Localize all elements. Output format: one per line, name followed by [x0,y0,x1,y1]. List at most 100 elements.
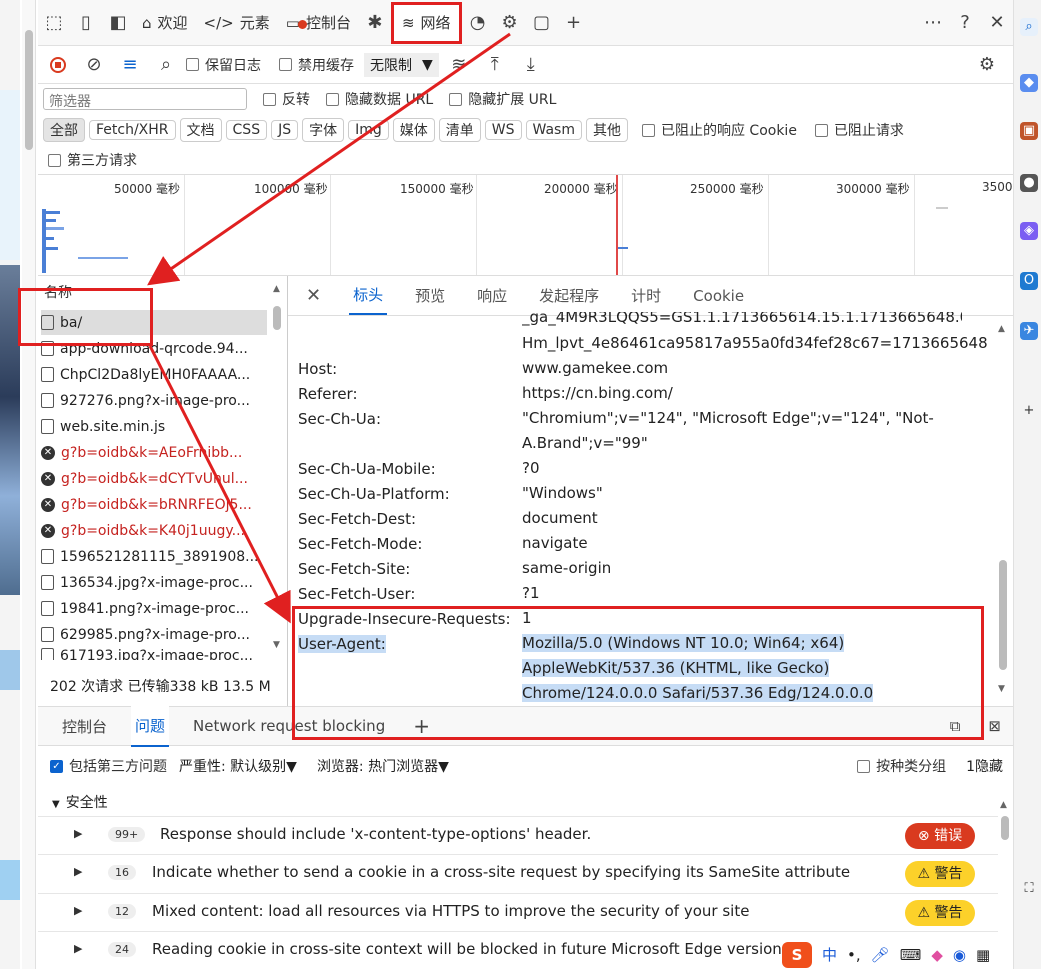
ime-menu-icon[interactable]: ▦ [976,946,990,964]
tab-elements[interactable]: </> 元素 [196,3,278,43]
type-filter-img[interactable]: Img [348,120,389,140]
network-timeline-overview[interactable]: 50000 毫秒 100000 毫秒 150000 毫秒 200000 毫秒 2… [38,174,1013,276]
list-item[interactable]: ✕ g?b=oidb&k=K40j1uugy... [41,518,267,543]
browser-select[interactable]: 浏览器: 热门浏览器▼ [317,756,449,776]
list-item[interactable]: 136534.jpg?x-image-proc... [41,570,267,595]
memory-icon[interactable]: ⚙ [494,7,526,39]
hidden-issues-count[interactable]: 1隐藏 [966,756,1003,776]
header-name: Sec-Ch-Ua: [298,410,382,428]
request-list-scrollbar[interactable]: ▲ ▼ [270,284,284,654]
list-item[interactable]: ✕ g?b=oidb&k=AEoFrnibb... [41,440,267,465]
issue-row[interactable]: ▶ 99+ Response should include 'x-content… [38,816,998,854]
preserve-log-checkbox[interactable]: 保留日志 [186,55,261,75]
type-filter-fetch-xhr[interactable]: Fetch/XHR [89,120,176,140]
hide-extension-url-checkbox[interactable]: 隐藏扩展 URL [449,89,556,109]
type-filter-other[interactable]: 其他 [585,118,628,142]
microphone-icon[interactable]: 🎤︎ [871,946,890,964]
user-icon[interactable]: ● [1020,174,1038,192]
close-drawer-icon[interactable]: ⊠ [984,708,1005,744]
list-item[interactable]: 927276.png?x-image-pro... [41,388,267,413]
type-filter-js[interactable]: JS [271,120,299,140]
blocked-response-cookie-checkbox[interactable]: 已阻止的响应 Cookie [641,120,797,140]
application-icon[interactable]: ▢ [526,7,558,39]
inspect-icon[interactable]: ⬚ [38,7,70,39]
close-icon[interactable]: ✕ [981,7,1013,39]
third-party-requests-checkbox[interactable]: 第三方请求 [48,148,137,172]
issue-category[interactable]: ▼ 安全性 [52,792,108,812]
skin-icon[interactable]: ◆ [931,946,943,964]
type-filter-ws[interactable]: WS [484,120,522,140]
close-detail-icon[interactable]: ✕ [302,277,325,314]
issue-row[interactable]: ▶ 16 Indicate whether to send a cookie i… [38,854,998,892]
type-filter-manifest[interactable]: 清单 [438,118,481,142]
search-icon[interactable]: ⌕ [150,49,182,81]
copilot-icon[interactable]: ◆ [1020,74,1038,92]
type-filter-wasm[interactable]: Wasm [525,120,582,140]
performance-icon[interactable]: ◔ [462,7,494,39]
ime-punctuation-toggle[interactable]: •, [847,946,861,964]
invert-checkbox[interactable]: 反转 [263,89,310,109]
tab-network[interactable]: ≋ 网络 [390,1,462,44]
tab-timing[interactable]: 计时 [627,277,665,314]
more-icon[interactable]: ⋯ [917,7,949,39]
filter-input[interactable]: 筛选器 [43,88,247,110]
type-filter-css[interactable]: CSS [225,120,268,140]
include-third-party-checkbox[interactable]: ✓ 包括第三方问题 [50,756,167,776]
type-filter-doc[interactable]: 文档 [179,118,222,142]
add-tab-icon[interactable]: + [558,7,590,39]
games-icon[interactable]: ✈ [1020,322,1038,340]
list-item[interactable]: ✕ g?b=oidb&k=bRNRFEOj5... [41,492,267,517]
hide-data-url-checkbox[interactable]: 隐藏数据 URL [326,89,433,109]
type-filter-media[interactable]: 媒体 [392,118,435,142]
network-conditions-icon[interactable]: ≋ [443,49,475,81]
clear-icon[interactable]: ⊘ [78,49,110,81]
games-icon[interactable]: ◉ [953,946,966,964]
tab-cookies[interactable]: Cookie [689,279,748,313]
list-item[interactable]: 19841.png?x-image-proc... [41,596,267,621]
filter-icon[interactable]: ≡ [114,49,146,81]
group-by-kind-checkbox[interactable]: 按种类分组 [857,756,946,776]
tab-drawer-issues[interactable]: 问题 [131,705,170,747]
bug-icon[interactable]: ✱ [359,7,391,39]
list-item[interactable]: 617193.jpg?x-image-proc... [41,648,267,660]
list-item[interactable]: web.site.min.js [41,414,267,439]
tab-headers[interactable]: 标头 [349,276,388,315]
shopping-icon[interactable]: ▣ [1020,122,1038,140]
export-har-icon[interactable]: ⤓ [515,49,547,81]
settings-gear-icon[interactable]: ⚙ [971,49,1003,81]
tab-drawer-console[interactable]: 控制台 [58,707,111,746]
screenshot-icon[interactable]: ⛶ [1020,880,1038,898]
severity-select[interactable]: 严重性: 默认级别▼ [179,756,297,776]
help-icon[interactable]: ? [949,7,981,39]
record-icon[interactable] [42,49,74,81]
ime-language-toggle[interactable]: 中 [822,944,837,965]
tab-welcome[interactable]: ⌂ 欢迎 [134,3,196,43]
import-har-icon[interactable]: ⤒ [479,49,511,81]
page-scrollbar[interactable] [22,0,36,969]
outlook-icon[interactable]: O [1020,272,1038,290]
issue-row[interactable]: ▶ 12 Mixed content: load all resources v… [38,893,998,931]
keyboard-icon[interactable]: ⌨ [900,946,922,964]
throttle-select[interactable]: 无限制 ▼ [364,52,439,77]
type-filter-font[interactable]: 字体 [302,118,345,142]
sogou-logo-icon[interactable]: S [782,941,812,968]
tab-preview[interactable]: 预览 [411,277,449,314]
add-sidebar-icon[interactable]: + [1020,402,1038,420]
dock-icon[interactable]: ◧ [102,7,134,39]
search-icon[interactable]: ⌕ [1020,18,1038,36]
tab-initiator[interactable]: 发起程序 [535,277,603,314]
tools-icon[interactable]: ◈ [1020,222,1038,240]
device-emulation-icon[interactable]: ▯ [70,7,102,39]
blocked-requests-checkbox[interactable]: 已阻止请求 [814,120,904,140]
tab-console[interactable]: ▭ 控制台 [278,3,359,43]
list-item[interactable]: 1596521281115_3891908... [41,544,267,569]
issues-toolbar: ✓ 包括第三方问题 严重性: 默认级别▼ 浏览器: 热门浏览器▼ 按种类分组 1隐… [38,750,1013,782]
type-filter-all[interactable]: 全部 [43,118,85,142]
detail-scrollbar[interactable]: ▲ ▼ [998,324,1010,694]
tab-response[interactable]: 响应 [473,277,511,314]
issues-scrollbar[interactable]: ▲ [1000,800,1010,950]
list-item[interactable]: ChpCl2Da8lyEMH0FAAAA... [41,362,267,387]
list-item[interactable]: 629985.png?x-image-pro... [41,622,267,647]
list-item[interactable]: ✕ g?b=oidb&k=dCYTvUnul... [41,466,267,491]
disable-cache-checkbox[interactable]: 禁用缓存 [279,55,354,75]
